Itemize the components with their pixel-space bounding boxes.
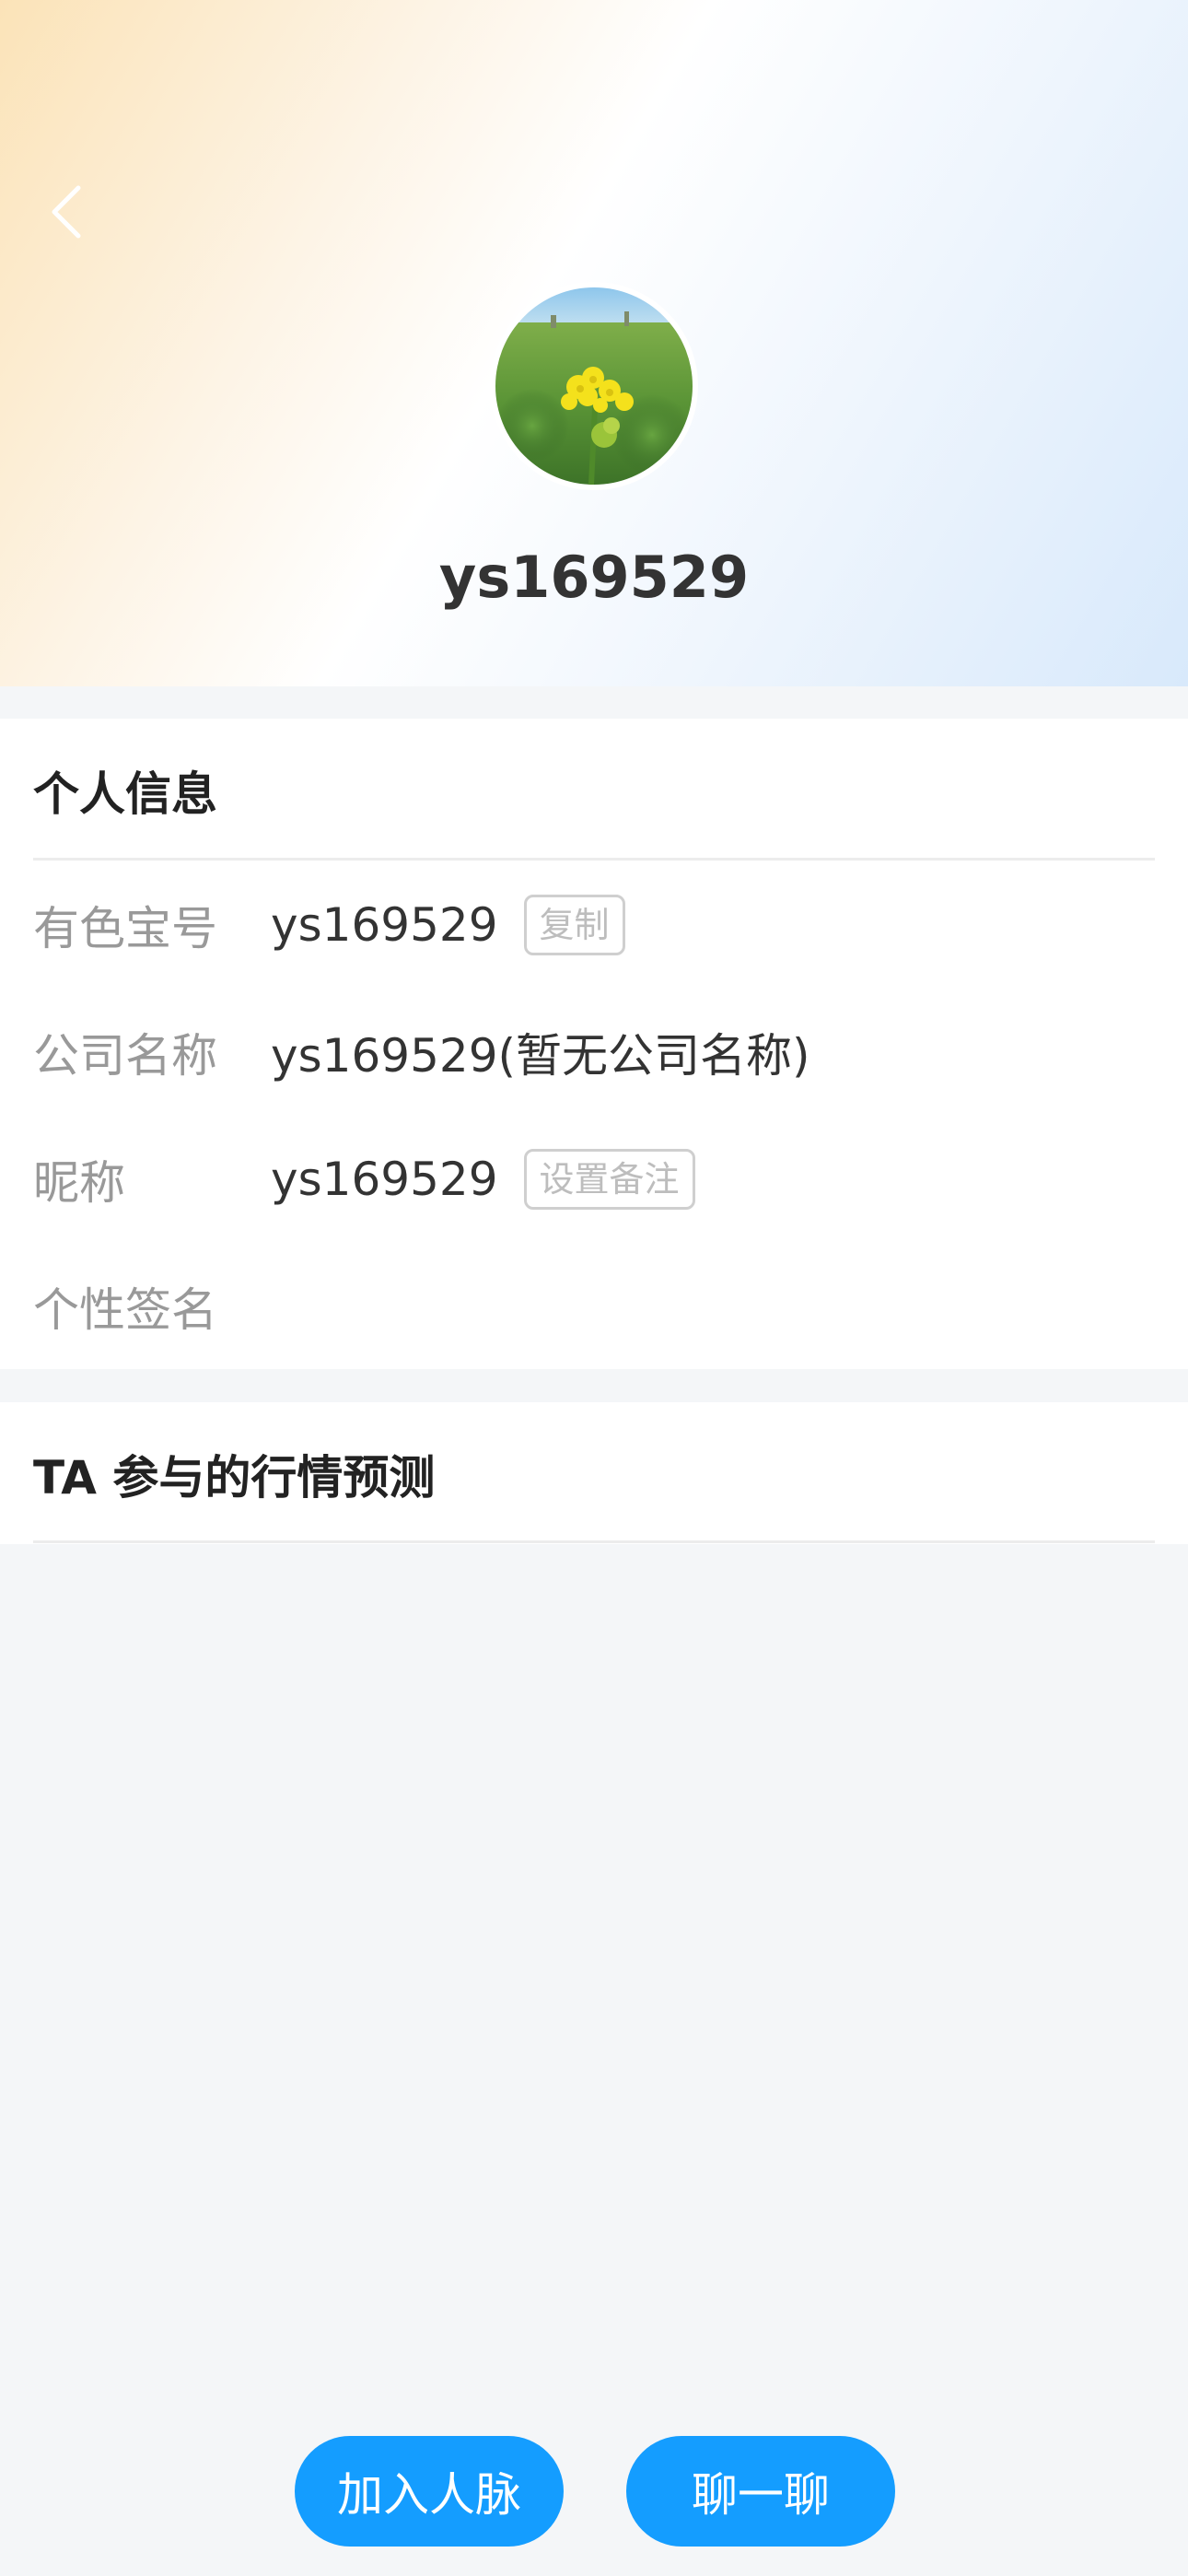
info-row-account-id: 有色宝号 ys169529 复制 (33, 888, 625, 962)
account-id-label: 有色宝号 (33, 902, 217, 955)
signature-label: 个性签名 (33, 1283, 217, 1337)
info-row-company: 公司名称 ys169529(暂无公司名称) (33, 1015, 810, 1089)
add-contact-button[interactable]: 加入人脉 (295, 2436, 564, 2547)
account-id-value: ys169529 (271, 898, 498, 952)
username: ys169529 (438, 544, 750, 611)
divider (33, 858, 1155, 861)
company-label: 公司名称 (33, 1029, 217, 1083)
info-row-signature: 个性签名 (33, 1270, 271, 1343)
nickname-label: 昵称 (33, 1156, 125, 1210)
copy-button[interactable]: 复制 (523, 895, 625, 955)
company-value: ys169529(暂无公司名称) (271, 1029, 810, 1083)
personal-info-card: 个人信息 有色宝号 ys169529 复制 公司名称 ys169529(暂无公司… (0, 719, 1188, 1369)
chevron-left-icon (52, 185, 81, 239)
predictions-title: TA 参与的行情预测 (33, 1451, 436, 1505)
profile-header: ys169529 (0, 0, 1188, 686)
predictions-card: TA 参与的行情预测 (0, 1402, 1188, 1544)
divider (33, 1540, 1155, 1543)
personal-info-title: 个人信息 (33, 767, 217, 821)
info-row-nickname: 昵称 ys169529 设置备注 (33, 1142, 695, 1216)
set-remark-button[interactable]: 设置备注 (523, 1149, 695, 1210)
chat-button[interactable]: 聊一聊 (626, 2436, 895, 2547)
nickname-value: ys169529 (271, 1153, 498, 1206)
back-button[interactable] (35, 175, 99, 249)
avatar (490, 282, 698, 490)
